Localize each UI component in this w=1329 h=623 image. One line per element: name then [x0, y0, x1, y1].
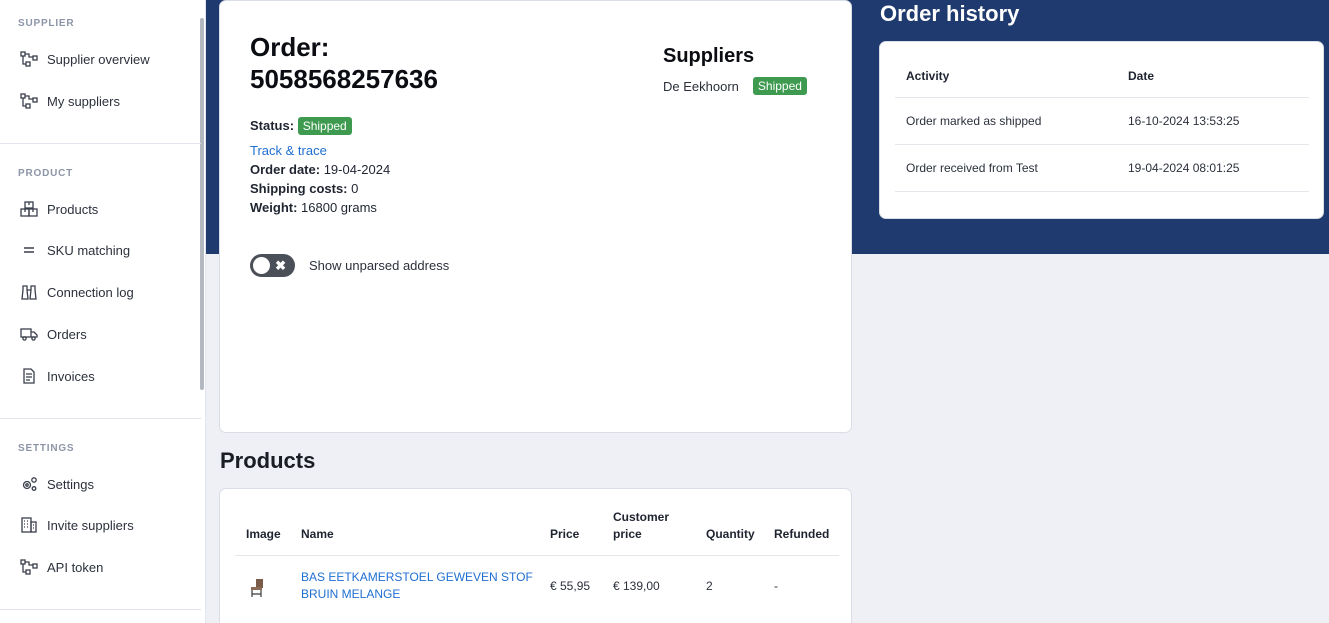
sidebar-heading-settings: SETTINGS: [18, 443, 75, 454]
binoculars-icon: [19, 283, 39, 301]
price-cell: € 55,95: [550, 579, 591, 593]
column-header-price: Price: [539, 509, 602, 556]
weight-label: Weight:: [250, 200, 298, 215]
order-title-label: Order:: [250, 32, 330, 62]
order-status-row: Status: Shipped: [250, 117, 352, 135]
share-nodes-icon: [19, 50, 39, 68]
sidebar-heading-product: PRODUCT: [18, 168, 74, 179]
supplier-row: De Eekhoorn Shipped: [663, 77, 807, 95]
sidebar-item-label: Supplier overview: [47, 51, 150, 67]
track-and-trace-link[interactable]: Track & trace: [250, 143, 327, 158]
order-number: 5058568257636: [250, 64, 438, 94]
sidebar-item-label: Settings: [47, 476, 94, 492]
unparsed-address-toggle[interactable]: ✖: [250, 254, 295, 277]
file-invoice-icon: [19, 367, 39, 385]
sidebar-item-label: Connection log: [47, 284, 134, 300]
table-header-row: Image Name Price Customer price Quantity…: [235, 509, 839, 556]
sidebar: SUPPLIER Supplier overview My suppliers …: [0, 0, 206, 623]
sidebar-item-sku-matching[interactable]: SKU matching: [0, 235, 201, 265]
sidebar-item-label: Invite suppliers: [47, 517, 134, 533]
products-card: Image Name Price Customer price Quantity…: [219, 488, 852, 623]
sidebar-item-my-suppliers[interactable]: My suppliers: [0, 86, 201, 116]
date-cell: 19-04-2024 08:01:25: [1117, 144, 1309, 192]
customer-price-cell: € 139,00: [613, 579, 660, 593]
column-header-activity: Activity: [895, 56, 1117, 98]
table-row: Order received from Test 19-04-2024 08:0…: [895, 144, 1309, 192]
sidebar-item-supplier-overview[interactable]: Supplier overview: [0, 44, 201, 74]
order-history-table: Activity Date Order marked as shipped 16…: [895, 56, 1309, 192]
sidebar-item-orders[interactable]: Orders: [0, 319, 201, 349]
column-header-date: Date: [1117, 56, 1309, 98]
activity-cell: Order marked as shipped: [895, 97, 1117, 145]
status-label: Status:: [250, 118, 295, 133]
sidebar-item-label: Invoices: [47, 368, 95, 384]
column-header-refunded: Refunded: [763, 509, 839, 556]
shipping-row: Shipping costs: 0: [250, 181, 358, 196]
unparsed-address-toggle-row: ✖ Show unparsed address: [250, 254, 449, 277]
order-date-label: Order date:: [250, 162, 321, 177]
toggle-knob: [253, 257, 270, 274]
gears-icon: [19, 475, 39, 493]
boxes-icon: [19, 200, 39, 218]
supplier-name: De Eekhoorn: [663, 78, 739, 94]
products-title: Products: [220, 448, 316, 473]
sidebar-item-label: API token: [47, 559, 104, 575]
weight-value: 16800 grams: [301, 200, 377, 215]
refunded-cell: -: [774, 579, 778, 593]
product-name-link[interactable]: BAS EETKAMERSTOEL GEWEVEN STOF BRUIN MEL…: [301, 570, 533, 601]
product-name-cell: BAS EETKAMERSTOEL GEWEVEN STOF BRUIN MEL…: [290, 556, 539, 604]
quantity-cell: 2: [706, 579, 713, 593]
suppliers-title: Suppliers: [663, 45, 755, 67]
track-row: Track & trace: [250, 143, 327, 158]
sidebar-item-invoices[interactable]: Invoices: [0, 361, 201, 391]
sidebar-item-api-token[interactable]: API token: [0, 552, 201, 582]
sidebar-item-label: SKU matching: [47, 242, 131, 258]
shipping-label: Shipping costs:: [250, 181, 348, 196]
product-thumbnail[interactable]: [248, 578, 266, 598]
order-history-title: Order history: [880, 1, 1020, 26]
building-icon: [19, 516, 39, 534]
order-date-row: Order date: 19-04-2024: [250, 162, 390, 177]
sidebar-item-label: My suppliers: [47, 93, 120, 109]
column-header-image: Image: [235, 509, 290, 556]
date-cell: 16-10-2024 13:53:25: [1117, 97, 1309, 145]
sidebar-item-settings[interactable]: Settings: [0, 469, 201, 499]
sidebar-divider: [0, 609, 201, 610]
sidebar-heading-supplier: SUPPLIER: [18, 18, 75, 29]
activity-cell: Order received from Test: [895, 144, 1117, 192]
column-header-customer-price: Customer price: [602, 509, 695, 556]
weight-row: Weight: 16800 grams: [250, 200, 377, 215]
table-row: BAS EETKAMERSTOEL GEWEVEN STOF BRUIN MEL…: [235, 556, 839, 604]
toggle-label: Show unparsed address: [309, 258, 450, 273]
share-nodes-icon: [19, 92, 39, 110]
sidebar-item-label: Products: [47, 201, 99, 217]
column-header-name: Name: [290, 509, 539, 556]
sidebar-item-products[interactable]: Products: [0, 194, 201, 224]
close-icon: ✖: [275, 258, 286, 273]
column-header-quantity: Quantity: [695, 509, 763, 556]
sidebar-divider: [0, 143, 201, 144]
equals-icon: [19, 241, 39, 259]
order-details-card: Order: 5058568257636 Suppliers De Eekhoo…: [219, 0, 852, 433]
order-date-value: 19-04-2024: [323, 162, 391, 177]
sidebar-divider: [0, 418, 201, 419]
sidebar-item-invite-suppliers[interactable]: Invite suppliers: [0, 510, 201, 540]
share-nodes-icon: [19, 558, 39, 576]
truck-icon: [19, 325, 39, 343]
products-table: Image Name Price Customer price Quantity…: [235, 509, 839, 603]
product-image-cell: [235, 556, 290, 604]
table-row: Order marked as shipped 16-10-2024 13:53…: [895, 97, 1309, 145]
order-title: Order: 5058568257636: [250, 31, 550, 95]
shipping-value: 0: [351, 181, 359, 196]
order-history-card: Activity Date Order marked as shipped 16…: [879, 41, 1324, 219]
supplier-status-badge: Shipped: [752, 77, 807, 95]
table-header-row: Activity Date: [895, 56, 1309, 98]
status-badge: Shipped: [297, 117, 352, 135]
sidebar-item-connection-log[interactable]: Connection log: [0, 277, 201, 307]
sidebar-item-label: Orders: [47, 326, 87, 342]
